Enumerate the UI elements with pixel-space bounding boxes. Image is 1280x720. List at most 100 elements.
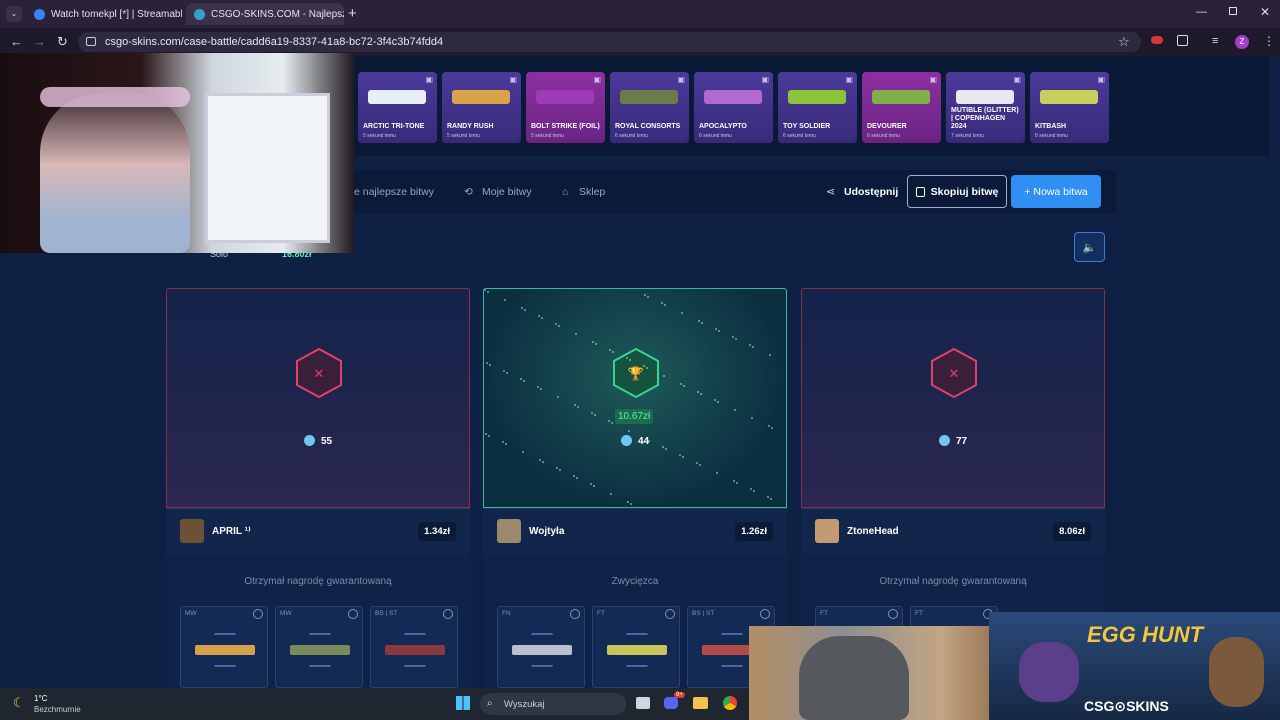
sparkle (556, 467, 558, 469)
won-item-card[interactable]: FT (592, 606, 680, 688)
check-icon[interactable] (665, 609, 675, 619)
sparkle (488, 435, 490, 437)
chrome-icon[interactable] (723, 696, 737, 710)
case-drop-card[interactable]: ▣ KITBASH 8 sekund temu (1030, 72, 1109, 143)
weapon-skin-image (195, 645, 255, 655)
discord-icon[interactable] (664, 697, 678, 709)
result-status: Zwycięzca (611, 576, 659, 587)
copy-icon (915, 186, 925, 197)
sparkle (699, 464, 701, 466)
sparkle (749, 344, 751, 346)
new-tab-button[interactable]: + (348, 5, 357, 22)
case-drop-card[interactable]: ▣ ROYAL CONSORTS 6 sekund temu (610, 72, 689, 143)
case-icon: ▣ (1013, 75, 1021, 84)
sparkle (771, 427, 773, 429)
item-wear: MW (280, 610, 292, 617)
avatar[interactable] (180, 519, 204, 543)
file-explorer-icon[interactable] (693, 697, 708, 709)
puzzle-icon[interactable] (1177, 35, 1188, 46)
case-drop-card[interactable]: ▣ DEVOURER 6 sekund temu (862, 72, 941, 143)
sparkle (537, 386, 539, 388)
check-icon[interactable] (253, 609, 263, 619)
case-skin-name: ROYAL CONSORTS (615, 123, 681, 130)
egg-hunt-promo[interactable]: EGG HUNT CSG⊙SKINS (989, 612, 1280, 720)
extension-icon[interactable] (1151, 36, 1163, 44)
item-wear: FT (820, 610, 828, 617)
cat-figure (799, 636, 909, 720)
avatar[interactable] (815, 519, 839, 543)
check-icon[interactable] (570, 609, 580, 619)
player-row: APRIL ¹⁾ 1.34zł (166, 508, 470, 554)
minimize-icon[interactable]: — (1196, 6, 1207, 18)
case-drop-time: 6 sekund temu (867, 133, 900, 139)
sparkle (577, 406, 579, 408)
profile-avatar[interactable]: Z (1235, 35, 1249, 49)
weapon-skin-image (452, 90, 510, 104)
sparkle (611, 422, 613, 424)
sparkle (593, 485, 595, 487)
sparkle (717, 401, 719, 403)
weapon-skin-image (872, 90, 930, 104)
promo-character-left (1019, 642, 1079, 702)
case-drop-card[interactable]: ▣ APOCALYPTO 6 sekund temu (694, 72, 773, 143)
avatar[interactable] (497, 519, 521, 543)
sparkle (612, 351, 614, 353)
sparkle (696, 462, 698, 464)
sparkle (663, 375, 665, 377)
tab-streamable[interactable]: Watch tomekpl [*] | Streamable ✕ (26, 3, 182, 25)
sparkle (487, 291, 489, 293)
copy-battle-button[interactable]: Skopiuj bitwę (907, 175, 1007, 208)
case-drop-card[interactable]: ▣ ARCTIC TRI-TONE 5 sekund temu (358, 72, 437, 143)
won-item-card[interactable]: MW (180, 606, 268, 688)
restore-icon[interactable] (1229, 7, 1237, 15)
bookmark-star-icon[interactable]: ☆ (1118, 34, 1130, 50)
check-icon[interactable] (760, 609, 770, 619)
player-name[interactable]: Wojtyła (529, 526, 564, 537)
site-info-icon[interactable] (86, 37, 96, 46)
new-battle-button[interactable]: + Nowa bitwa (1011, 175, 1101, 208)
reading-list-icon[interactable]: ≡ (1212, 35, 1218, 47)
shop-link[interactable]: Sklep (579, 186, 605, 198)
sparkle (539, 459, 541, 461)
won-item-card[interactable]: FN (497, 606, 585, 688)
tab-csgo-skins[interactable]: CSGO-SKINS.COM - Najlepsze ... ✕ (186, 3, 344, 25)
sparkle (733, 480, 735, 482)
sparkle (594, 414, 596, 416)
loss-hex-icon: ✕ (931, 347, 977, 399)
sparkle (573, 475, 575, 477)
sparkle (609, 349, 611, 351)
task-view-icon[interactable] (636, 697, 650, 709)
coin-count: 44 (484, 435, 786, 447)
player-name[interactable]: APRIL ¹⁾ (212, 526, 251, 537)
case-drop-card[interactable]: ▣ TOY SOLDIER 6 sekund temu (778, 72, 857, 143)
player-name[interactable]: ZtoneHead (847, 526, 899, 537)
sparkle (626, 357, 628, 359)
item-wear: FN (502, 610, 511, 617)
my-battles-link[interactable]: Moje bitwy (482, 186, 532, 198)
reload-icon[interactable]: ↻ (57, 34, 68, 50)
player-row: ZtoneHead 8.06zł (801, 508, 1105, 554)
check-icon[interactable] (348, 609, 358, 619)
sparkle (502, 441, 504, 443)
weapon-skin-image (290, 645, 350, 655)
won-item-card[interactable]: MW (275, 606, 363, 688)
tab-title: Watch tomekpl [*] | Streamable (51, 8, 182, 20)
check-icon[interactable] (443, 609, 453, 619)
case-drop-card[interactable]: ▣ MUTIBLE (GLITTER) | COPENHAGEN 2024 7 se… (946, 72, 1025, 143)
case-drop-time: 8 sekund temu (1035, 133, 1068, 139)
back-icon[interactable]: ← (10, 34, 23, 49)
best-battles-link[interactable]: e najlepsze bitwy (354, 186, 434, 198)
case-drop-card[interactable]: ▣ BOLT STRIKE (FOIL) 5 sekund temu (526, 72, 605, 143)
won-item-card[interactable]: BS | ST (370, 606, 458, 688)
share-button[interactable]: Udostępnij (844, 186, 898, 198)
taskbar-search[interactable] (480, 693, 626, 715)
svg-text:✕: ✕ (314, 367, 325, 382)
tab-list-button[interactable]: ⌄ (6, 6, 22, 22)
windows-start-icon[interactable] (456, 696, 470, 710)
close-window-icon[interactable]: ✕ (1260, 5, 1270, 19)
sound-toggle-button[interactable]: 🔈 (1074, 232, 1105, 262)
forward-icon[interactable]: → (33, 34, 46, 49)
menu-icon[interactable]: ⋮ (1263, 34, 1275, 48)
case-drop-card[interactable]: ▣ RANDY RUSH 5 sekund temu (442, 72, 521, 143)
check-icon[interactable] (888, 609, 898, 619)
